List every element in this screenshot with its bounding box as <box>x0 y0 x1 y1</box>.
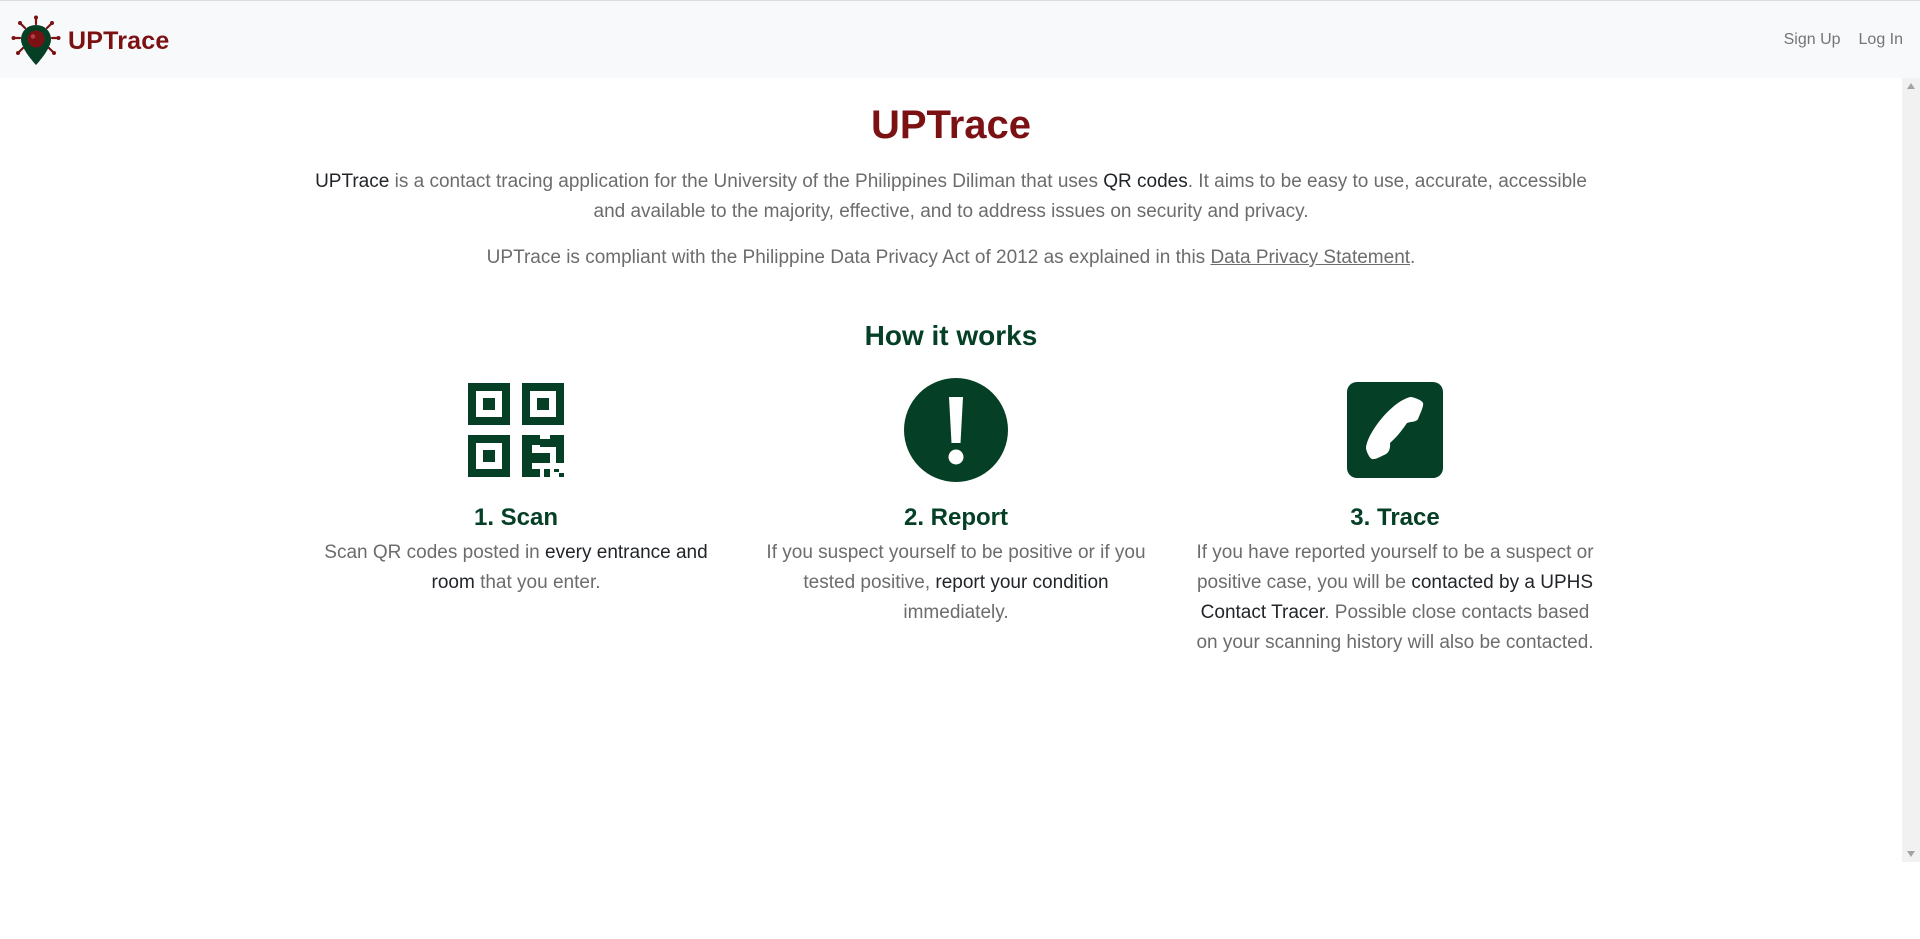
step-title: 2. Report <box>903 504 1008 531</box>
page-bottom-area <box>0 862 1920 939</box>
intro-app-name: UPTrace <box>315 171 390 192</box>
intro-text-a: is a contact tracing application for the… <box>389 171 1104 192</box>
how-it-works-heading: How it works <box>864 320 1038 351</box>
location-pin-virus-icon <box>11 15 61 65</box>
navbar: UPTrace Sign Up Log In <box>0 1 1920 78</box>
log-in-link[interactable]: Log In <box>1859 31 1903 49</box>
phone-square-icon <box>1347 382 1443 478</box>
sign-up-link[interactable]: Sign Up <box>1784 31 1841 49</box>
page-title: UPTrace <box>870 103 1032 147</box>
intro-paragraph: UPTrace is a contact tracing application… <box>300 167 1602 227</box>
step-desc-text: that you enter. <box>474 572 601 593</box>
brand-name: UPTrace <box>68 26 170 55</box>
intro-qr-codes: QR codes <box>1103 171 1188 192</box>
brand-link[interactable]: UPTrace <box>11 15 169 67</box>
step-desc-text: immediately. <box>903 602 1009 623</box>
step-trace: 3. Trace If you have reported yourself t… <box>1190 377 1600 658</box>
exclamation-circle-icon <box>904 378 1008 482</box>
qr-code-icon <box>468 383 564 477</box>
data-privacy-statement-link[interactable]: Data Privacy Statement <box>1210 247 1410 268</box>
privacy-text: UPTrace is compliant with the Philippine… <box>486 247 1211 268</box>
step-description: If you have reported yourself to be a su… <box>1190 538 1600 658</box>
step-desc-text: Scan QR codes posted in <box>324 542 546 563</box>
privacy-end: . <box>1410 247 1416 268</box>
step-report: 2. Report If you suspect yourself to be … <box>751 377 1161 628</box>
privacy-paragraph: UPTrace is compliant with the Philippine… <box>300 243 1602 273</box>
vertical-scrollbar[interactable] <box>1902 78 1920 862</box>
step-title: 3. Trace <box>1350 504 1440 531</box>
nav-links: Sign Up Log In <box>1784 31 1903 49</box>
step-description: Scan QR codes posted in every entrance a… <box>311 538 721 598</box>
scroll-down-arrow-icon[interactable] <box>1907 851 1915 857</box>
step-description: If you suspect yourself to be positive o… <box>751 538 1161 628</box>
step-desc-emphasis: report your condition <box>935 572 1109 593</box>
step-scan: 1. Scan Scan QR codes posted in every en… <box>311 377 721 598</box>
scroll-up-arrow-icon[interactable] <box>1907 83 1915 89</box>
step-title: 1. Scan <box>473 504 559 531</box>
main-content: UPTrace UPTrace is a contact tracing app… <box>0 78 1902 862</box>
